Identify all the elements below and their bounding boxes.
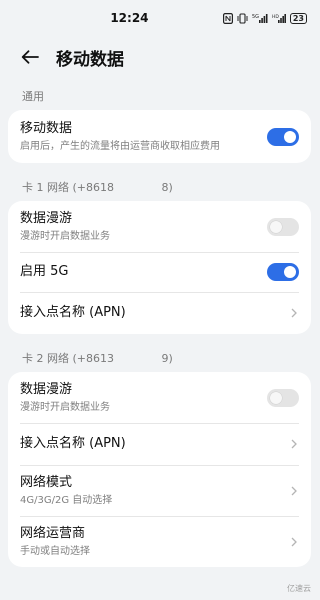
sim2-carrier-row[interactable]: 网络运营商 手动或自动选择: [8, 516, 311, 567]
sim2-network-mode-row[interactable]: 网络模式 4G/3G/2G 自动选择: [8, 465, 311, 516]
sim2-network-mode-subtitle: 4G/3G/2G 自动选择: [20, 495, 113, 506]
sim2-carrier-title: 网络运营商: [20, 526, 86, 541]
sim1-5g-title: 启用 5G: [20, 264, 69, 279]
sim2-network-mode-title: 网络模式: [20, 475, 73, 490]
sim2-roaming-title: 数据漫游: [20, 382, 73, 397]
back-button[interactable]: [18, 45, 42, 69]
status-bar: 12:24 5G HD 23: [0, 0, 319, 36]
vibrate-icon: [237, 12, 248, 24]
chevron-right-icon: [289, 439, 299, 449]
arrow-left-icon: [21, 50, 39, 64]
general-card: 移动数据 启用后，产生的流量将由运营商收取相应费用: [8, 110, 311, 163]
sim1-card: 数据漫游 漫游时开启数据业务 启用 5G 接入点名称 (APN): [8, 201, 311, 334]
section-label-sim1: 卡 1 网络 (+8618 8): [22, 181, 173, 194]
chevron-right-icon: [289, 308, 299, 318]
sim2-apn-title: 接入点名称 (APN): [20, 436, 126, 451]
chevron-right-icon: [289, 486, 299, 496]
sim2-roaming-toggle[interactable]: [267, 388, 299, 407]
sim2-apn-row[interactable]: 接入点名称 (APN): [8, 423, 311, 465]
section-label-general: 通用: [22, 90, 44, 103]
status-time: 12:24: [110, 11, 149, 25]
sim1-5g-toggle[interactable]: [267, 263, 299, 281]
sim1-5g-row[interactable]: 启用 5G: [8, 252, 311, 292]
sim1-roaming-row[interactable]: 数据漫游 漫游时开启数据业务: [8, 201, 311, 252]
sim1-roaming-subtitle: 漫游时开启数据业务: [20, 231, 110, 242]
mobile-data-row[interactable]: 移动数据 启用后，产生的流量将由运营商收取相应费用: [8, 110, 311, 163]
svg-text:HD: HD: [272, 14, 279, 20]
battery-icon: 23: [289, 12, 307, 24]
sim2-card: 数据漫游 漫游时开启数据业务 接入点名称 (APN) 网络模式 4G/3G/2G…: [8, 372, 311, 567]
nfc-icon: [222, 12, 233, 24]
sim1-roaming-title: 数据漫游: [20, 211, 73, 226]
sim1-apn-row[interactable]: 接入点名称 (APN): [8, 292, 311, 334]
mobile-data-subtitle: 启用后，产生的流量将由运营商收取相应费用: [20, 141, 220, 152]
watermark: 亿速云: [287, 584, 311, 593]
status-icons: 5G HD 23: [222, 12, 307, 24]
sim2-carrier-subtitle: 手动或自动选择: [20, 546, 90, 557]
signal-hd-icon: HD: [272, 13, 286, 23]
sim2-roaming-row[interactable]: 数据漫游 漫游时开启数据业务: [8, 372, 311, 423]
sim1-apn-title: 接入点名称 (APN): [20, 305, 126, 320]
section-label-sim2: 卡 2 网络 (+8613 9): [22, 352, 173, 365]
sim2-roaming-subtitle: 漫游时开启数据业务: [20, 402, 110, 413]
page-header: 移动数据: [0, 36, 319, 78]
svg-text:5G: 5G: [252, 14, 259, 20]
mobile-data-title: 移动数据: [20, 121, 73, 136]
sim1-roaming-toggle[interactable]: [267, 217, 299, 236]
signal-5g-icon: 5G: [252, 13, 268, 23]
mobile-data-toggle[interactable]: [267, 127, 299, 146]
chevron-right-icon: [289, 537, 299, 547]
page-title: 移动数据: [56, 49, 124, 70]
